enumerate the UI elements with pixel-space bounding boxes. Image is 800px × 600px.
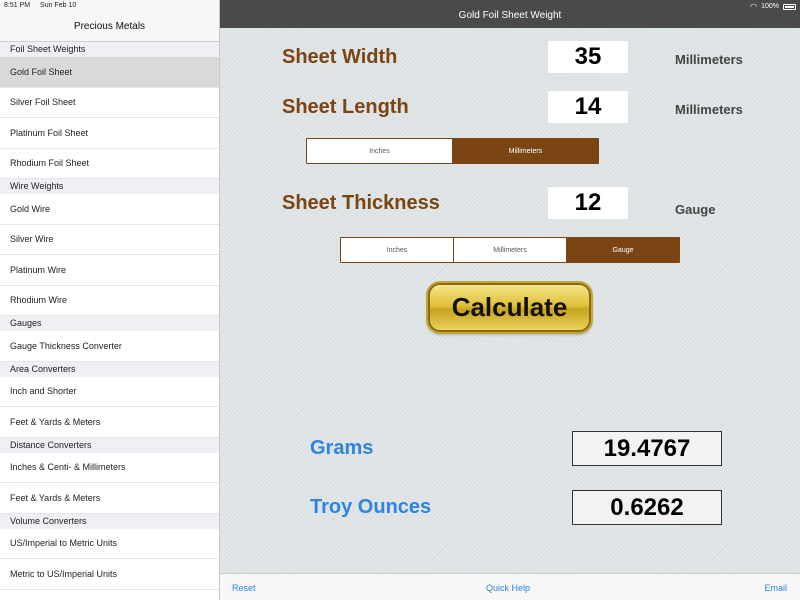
sidebar-item[interactable]: US/Imperial to Metric Units (0, 528, 219, 559)
sidebar-item[interactable]: Rhodium Foil Sheet (0, 148, 219, 179)
sidebar-item[interactable]: Gold Foil Sheet (0, 57, 219, 88)
bottom-toolbar: Reset Quick Help Email (220, 573, 800, 600)
sidebar-section-header: Wire Weights (0, 179, 219, 194)
sheet-width-label: Sheet Width (282, 46, 398, 68)
sheet-thickness-label: Sheet Thickness (282, 192, 440, 214)
sidebar: Precious Metals Foil Sheet Weights Gold F… (0, 0, 220, 600)
sidebar-item[interactable]: Feet & Yards & Meters (0, 483, 219, 514)
email-button[interactable]: Email (764, 583, 787, 593)
sidebar-item[interactable]: Gauge Thickness Converter (0, 331, 219, 362)
troy-ounces-label: Troy Ounces (310, 496, 432, 518)
length-segment-millimeters[interactable]: Millimeters (453, 139, 598, 163)
sheet-thickness-input[interactable]: 12 (548, 187, 628, 219)
quick-help-button[interactable]: Quick Help (486, 583, 530, 593)
sheet-length-label: Sheet Length (282, 96, 409, 118)
grams-value: 19.4767 (572, 431, 722, 466)
sheet-width-unit: Millimeters (675, 52, 743, 67)
length-unit-segmented-control: Inches Millimeters (306, 138, 599, 164)
sidebar-title: Precious Metals (0, 0, 219, 42)
sheet-length-unit: Millimeters (675, 102, 743, 117)
sidebar-item[interactable]: Inch and Shorter (0, 376, 219, 407)
sidebar-item[interactable]: Platinum Foil Sheet (0, 118, 219, 149)
sidebar-section-header: Foil Sheet Weights (0, 42, 219, 57)
calculate-button[interactable]: Calculate (428, 283, 591, 332)
sidebar-item[interactable]: Feet & Yards & Meters (0, 407, 219, 438)
reset-button[interactable]: Reset (232, 583, 256, 593)
sidebar-section-header: Volume Converters (0, 513, 219, 529)
sidebar-section-header: Gauges (0, 316, 219, 331)
sidebar-list: Foil Sheet Weights Gold Foil Sheet Silver … (0, 42, 219, 590)
length-segment-inches[interactable]: Inches (307, 139, 453, 163)
sidebar-section-header: Distance Converters (0, 437, 219, 453)
nav-title: Gold Foil Sheet Weight (220, 0, 800, 28)
thickness-segment-gauge[interactable]: Gauge (567, 238, 679, 262)
sheet-thickness-unit: Gauge (675, 202, 716, 217)
sheet-width-input[interactable]: 35 (548, 41, 628, 73)
thickness-unit-segmented-control: Inches Millimeters Gauge (340, 237, 680, 263)
troy-ounces-value: 0.6262 (572, 490, 722, 525)
sidebar-item[interactable]: Gold Wire (0, 194, 219, 225)
sidebar-item[interactable]: Platinum Wire (0, 255, 219, 286)
sidebar-item[interactable]: Inches & Centi- & Millimeters (0, 452, 219, 483)
thickness-segment-millimeters[interactable]: Millimeters (454, 238, 567, 262)
sheet-length-input[interactable]: 14 (548, 91, 628, 123)
sidebar-item[interactable]: Silver Wire (0, 224, 219, 255)
sidebar-item[interactable]: Metric to US/Imperial Units (0, 559, 219, 590)
thickness-segment-inches[interactable]: Inches (341, 238, 454, 262)
detail-pane: Gold Foil Sheet Weight Sheet Width 35 Mi… (220, 0, 800, 600)
grams-label: Grams (310, 437, 374, 459)
sidebar-item[interactable]: Silver Foil Sheet (0, 87, 219, 118)
sidebar-item[interactable]: Rhodium Wire (0, 285, 219, 316)
sidebar-section-header: Area Converters (0, 361, 219, 377)
